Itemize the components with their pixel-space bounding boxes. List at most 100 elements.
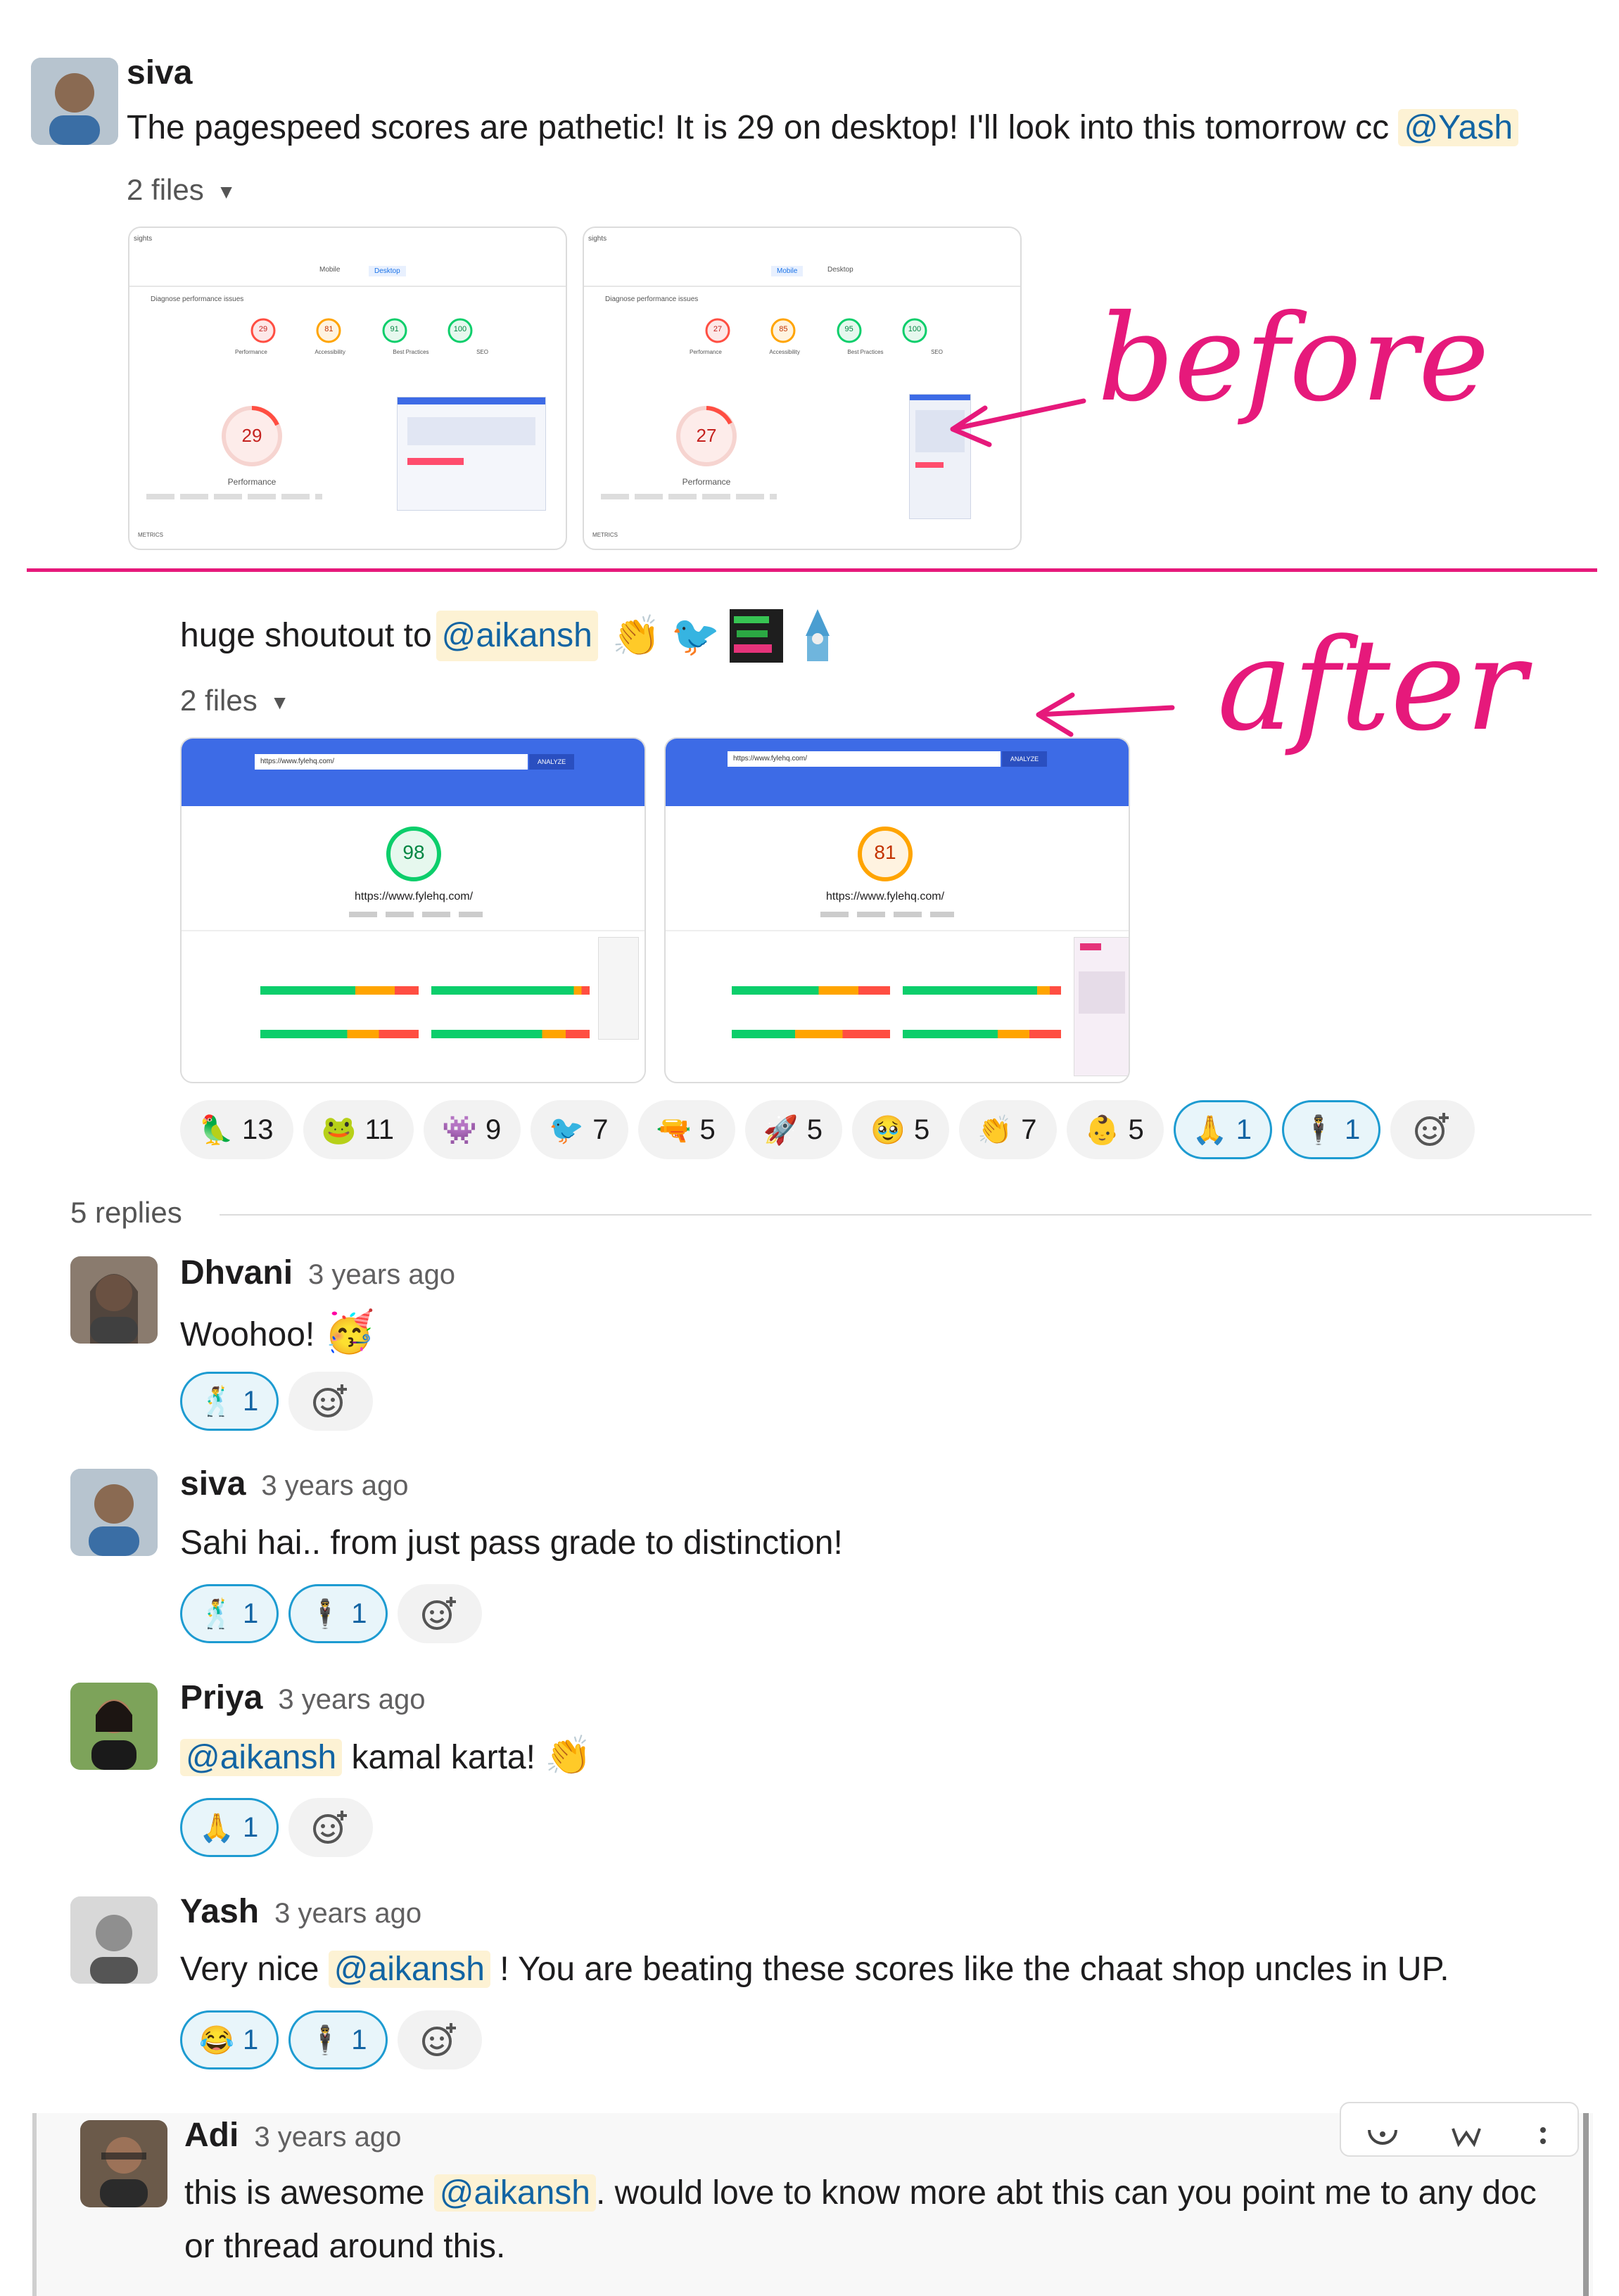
clap-emoji-icon: 👏 [545, 1735, 592, 1777]
user-mention[interactable]: @aikansh [328, 1951, 490, 1988]
avatar[interactable] [31, 58, 118, 145]
avatar[interactable] [80, 2120, 167, 2207]
add-reaction-button[interactable] [397, 1584, 482, 1643]
score-value: 81 [874, 841, 896, 863]
add-reaction-icon [313, 1384, 348, 1417]
author-name[interactable]: Priya [180, 1679, 262, 1716]
user-mention[interactable]: @aikansh [180, 1739, 343, 1776]
pray-emoji-icon: 🙏 [199, 1812, 234, 1844]
performance-score: 29 [241, 425, 262, 446]
file-preview-after-1[interactable]: https://www.fylehq.com/ ANALYZE 98 https… [180, 737, 646, 1083]
reaction-count: 13 [242, 1114, 274, 1145]
reaction-pill[interactable]: 🦜 13 [180, 1100, 293, 1159]
psi-header-bar [182, 739, 645, 806]
avatar[interactable] [70, 1469, 158, 1556]
avatar[interactable] [70, 1256, 158, 1344]
divider [666, 930, 1129, 931]
timestamp[interactable]: 3 years ago [261, 1470, 408, 1501]
annotation-arrow-icon [1036, 692, 1175, 737]
reaction-count: 9 [485, 1114, 502, 1145]
replies-count[interactable]: 5 replies [70, 1196, 182, 1230]
author-name[interactable]: Adi [184, 2117, 239, 2154]
reaction-pill[interactable]: 👶 5 [1066, 1100, 1164, 1159]
author-name[interactable]: Dhvani [180, 1254, 293, 1292]
reaction-count: 1 [243, 1597, 259, 1629]
user-mention[interactable]: @aikansh [433, 2174, 596, 2212]
author-name[interactable]: Yash [180, 1893, 259, 1930]
author-name[interactable]: siva [180, 1465, 246, 1503]
timestamp[interactable]: 3 years ago [308, 1259, 455, 1290]
score-label: Performance [690, 349, 722, 355]
tab-mobile: Mobile [771, 266, 804, 276]
add-reaction-button[interactable] [288, 1798, 374, 1857]
timestamp[interactable]: 3 years ago [278, 1684, 425, 1715]
files-toggle-label: 2 files [180, 684, 258, 717]
divider [182, 930, 645, 931]
shoutout-text: huge shoutout to @aikansh 👏 🐦 [180, 608, 842, 664]
reaction-pill[interactable]: 👏 7 [959, 1100, 1057, 1159]
reaction-count: 5 [914, 1114, 930, 1145]
levitating-man-emoji-icon: 🕴 [307, 1598, 343, 1630]
reaction-pill[interactable]: 🐦 7 [531, 1100, 628, 1159]
score-label: Best Practices [847, 349, 884, 355]
message-body: huge shoutout to [180, 617, 432, 654]
annotation-divider [27, 568, 1597, 572]
tab-desktop: Desktop [827, 266, 853, 274]
reaction-pill[interactable]: 🐸 11 [303, 1100, 414, 1159]
legend-bars [146, 494, 322, 499]
files-toggle-label: 2 files [127, 173, 204, 206]
timestamp[interactable]: 3 years ago [274, 1898, 421, 1929]
metrics-label: METRICS [592, 532, 618, 538]
reaction-pill-mine[interactable]: 😂 1 [180, 2010, 279, 2069]
score-label: Performance [235, 349, 267, 355]
reaction-pill-mine[interactable]: 🕴 1 [288, 1584, 388, 1643]
teary-face-emoji-icon: 🥹 [870, 1114, 906, 1146]
reaction-bar: 🕺 1 🕴 1 [180, 1584, 482, 1643]
avatar[interactable] [70, 1683, 158, 1770]
insights-header: sights [588, 235, 607, 243]
metric-bars [732, 986, 1062, 1038]
message-body: The pagespeed scores are pathetic! It is… [127, 109, 1399, 146]
caret-down-icon: ▼ [269, 691, 290, 713]
file-preview-before-1[interactable]: sights Mobile Desktop Diagnose performan… [128, 227, 567, 550]
more-actions-icon[interactable] [1532, 2126, 1554, 2147]
reaction-pill-mine[interactable]: 🕴 1 [288, 2010, 388, 2069]
files-toggle[interactable]: 2 files ▼ [127, 173, 236, 207]
clap-emoji-icon: 👏 [977, 1114, 1013, 1146]
file-preview-after-2[interactable]: https://www.fylehq.com/ ANALYZE 81 https… [664, 737, 1130, 1083]
reaction-pill[interactable]: 🚀 5 [744, 1100, 843, 1159]
dancing-emoji-icon: 🕺 [199, 1386, 234, 1417]
reaction-pill[interactable]: 🔫 5 [637, 1100, 735, 1159]
reaction-count: 5 [1128, 1114, 1144, 1145]
reaction-pill-mine[interactable]: 🙏 1 [1173, 1100, 1273, 1159]
reaction-pill[interactable]: 👾 9 [424, 1100, 521, 1159]
tested-url: https://www.fylehq.com/ [354, 891, 474, 903]
reaction-pill-mine[interactable]: 🕺 1 [180, 1372, 279, 1431]
reply-text: this is awesome @aikansh. would love to … [184, 2168, 1537, 2219]
files-toggle[interactable]: 2 files ▼ [180, 684, 289, 718]
metrics-label: METRICS [138, 532, 163, 538]
timestamp[interactable]: 3 years ago [254, 2122, 401, 2152]
add-reaction-button[interactable] [1390, 1100, 1475, 1159]
analyze-button: ANALYZE [529, 754, 574, 770]
reaction-pill-mine[interactable]: 🕺 1 [180, 1584, 279, 1643]
reaction-pill-mine[interactable]: 🙏 1 [180, 1798, 279, 1857]
user-mention[interactable]: @aikansh [436, 611, 598, 661]
wizard-emoji-icon [806, 609, 830, 661]
reply-in-thread-icon[interactable] [1449, 2126, 1484, 2147]
parrot-emoji-icon [730, 609, 784, 663]
add-reaction-button[interactable] [397, 2010, 482, 2069]
add-reaction-button[interactable] [288, 1372, 374, 1431]
baby-emoji-icon: 👶 [1084, 1114, 1120, 1146]
message-body: this is awesome [184, 2174, 434, 2212]
avatar[interactable] [70, 1896, 158, 1984]
author-name[interactable]: siva [127, 53, 192, 92]
performance-label: Performance [227, 477, 277, 487]
reply-scrollbar[interactable] [1583, 2113, 1589, 2296]
user-mention[interactable]: @Yash [1398, 109, 1519, 146]
score-label: SEO [931, 349, 943, 355]
emoji-reaction-icon[interactable] [1365, 2126, 1400, 2147]
reaction-pill[interactable]: 🥹 5 [852, 1100, 950, 1159]
reaction-pill-mine[interactable]: 🕴 1 [1282, 1100, 1381, 1159]
tab-desktop: Desktop [369, 266, 406, 276]
